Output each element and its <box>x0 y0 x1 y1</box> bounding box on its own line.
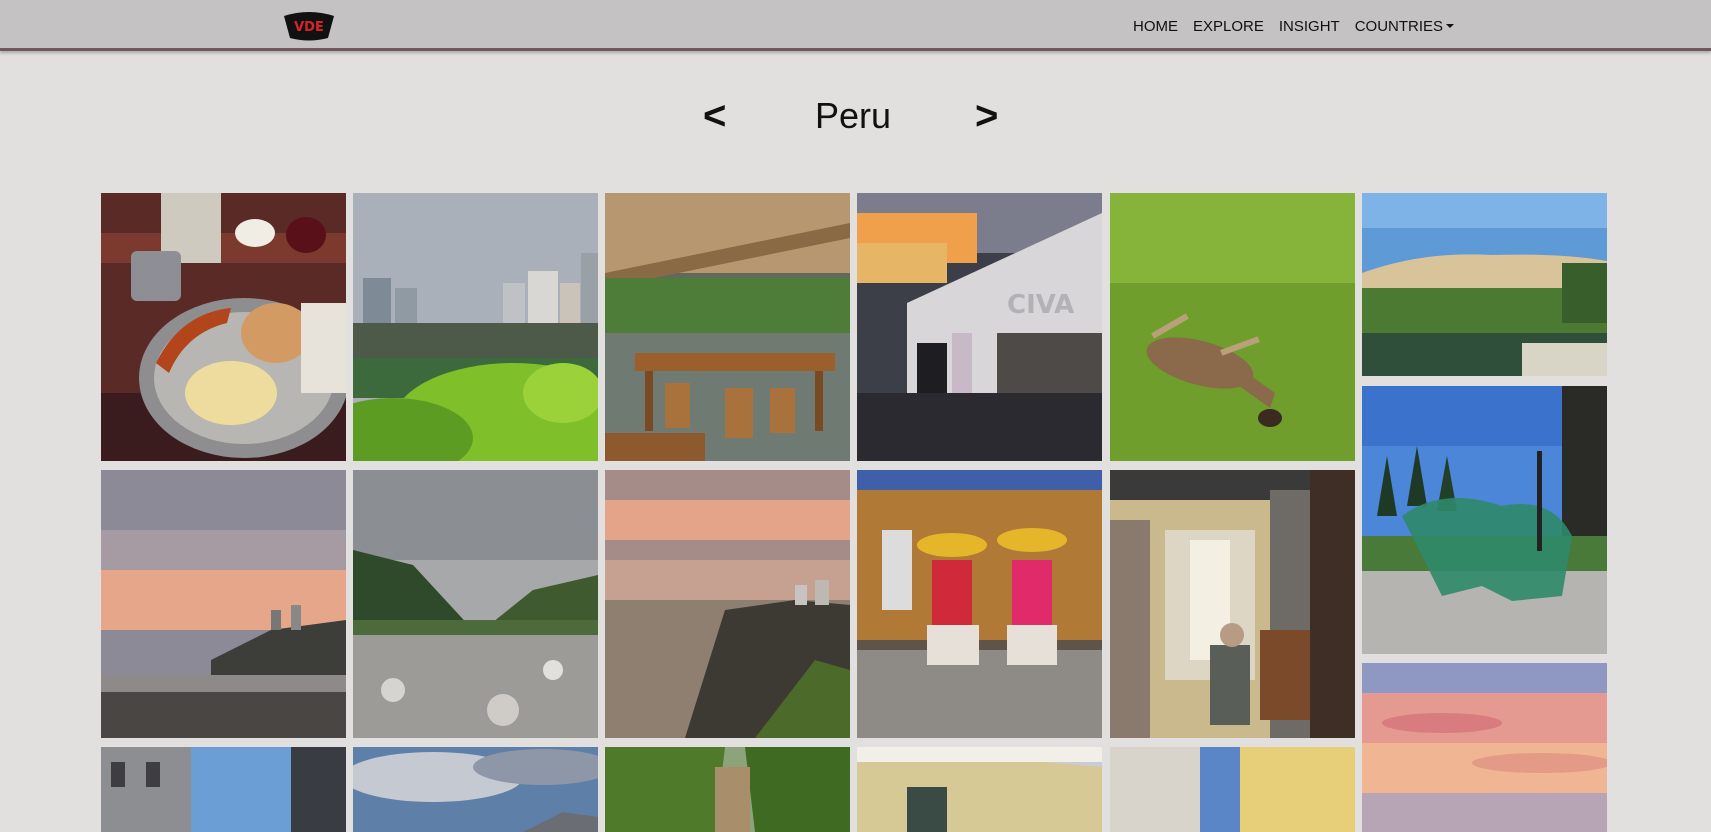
country-title: Peru <box>814 95 892 136</box>
photo-desert-oasis[interactable] <box>1362 193 1607 376</box>
photo-mountain-valley[interactable] <box>353 470 598 738</box>
photo-beach-twilight[interactable] <box>101 470 346 738</box>
photo-breakfast-plate[interactable] <box>101 193 346 461</box>
nav-insight-link[interactable]: INSIGHT <box>1279 18 1340 35</box>
nav-home-link[interactable]: HOME <box>1133 18 1178 35</box>
photo-cloudy-mountains[interactable] <box>353 747 598 832</box>
svg-text:VDE: VDE <box>294 20 324 35</box>
nav-countries-label: COUNTRIES <box>1354 17 1444 35</box>
previous-country-button[interactable]: < <box>703 88 726 144</box>
photo-coastline-sunset[interactable] <box>605 470 850 738</box>
photo-outdoor-restaurant[interactable] <box>605 193 850 461</box>
photo-narrow-alley[interactable] <box>1110 747 1355 832</box>
photo-city-street[interactable] <box>101 747 346 832</box>
photo-colonial-building[interactable] <box>857 747 1102 832</box>
country-header: < Peru > <box>0 88 1711 144</box>
nav-explore-link[interactable]: EXPLORE <box>1193 18 1264 35</box>
nav-countries-dropdown[interactable]: COUNTRIES <box>1354 17 1455 35</box>
photo-sunset-sky[interactable] <box>1362 663 1607 832</box>
photo-civa-bus-sunset[interactable]: CIVA <box>857 193 1102 461</box>
svg-text:CIVA: CIVA <box>1007 290 1074 320</box>
top-navbar: VDE HOME EXPLORE INSIGHT COUNTRIES <box>0 0 1711 51</box>
photo-miraflores-skyline[interactable] <box>353 193 598 461</box>
dropdown-caret-icon <box>1446 23 1455 28</box>
photo-recycled-bear-sculpture[interactable] <box>1362 386 1607 654</box>
photo-traditional-dress-women[interactable] <box>857 470 1102 738</box>
photo-green-canyon[interactable] <box>605 747 850 832</box>
next-country-button[interactable]: > <box>975 88 998 144</box>
site-logo[interactable]: VDE <box>282 10 336 42</box>
photo-colonial-hallway[interactable] <box>1110 470 1355 738</box>
photo-llama-on-grass[interactable] <box>1110 193 1355 461</box>
main-nav: HOME EXPLORE INSIGHT COUNTRIES <box>1133 16 1455 36</box>
